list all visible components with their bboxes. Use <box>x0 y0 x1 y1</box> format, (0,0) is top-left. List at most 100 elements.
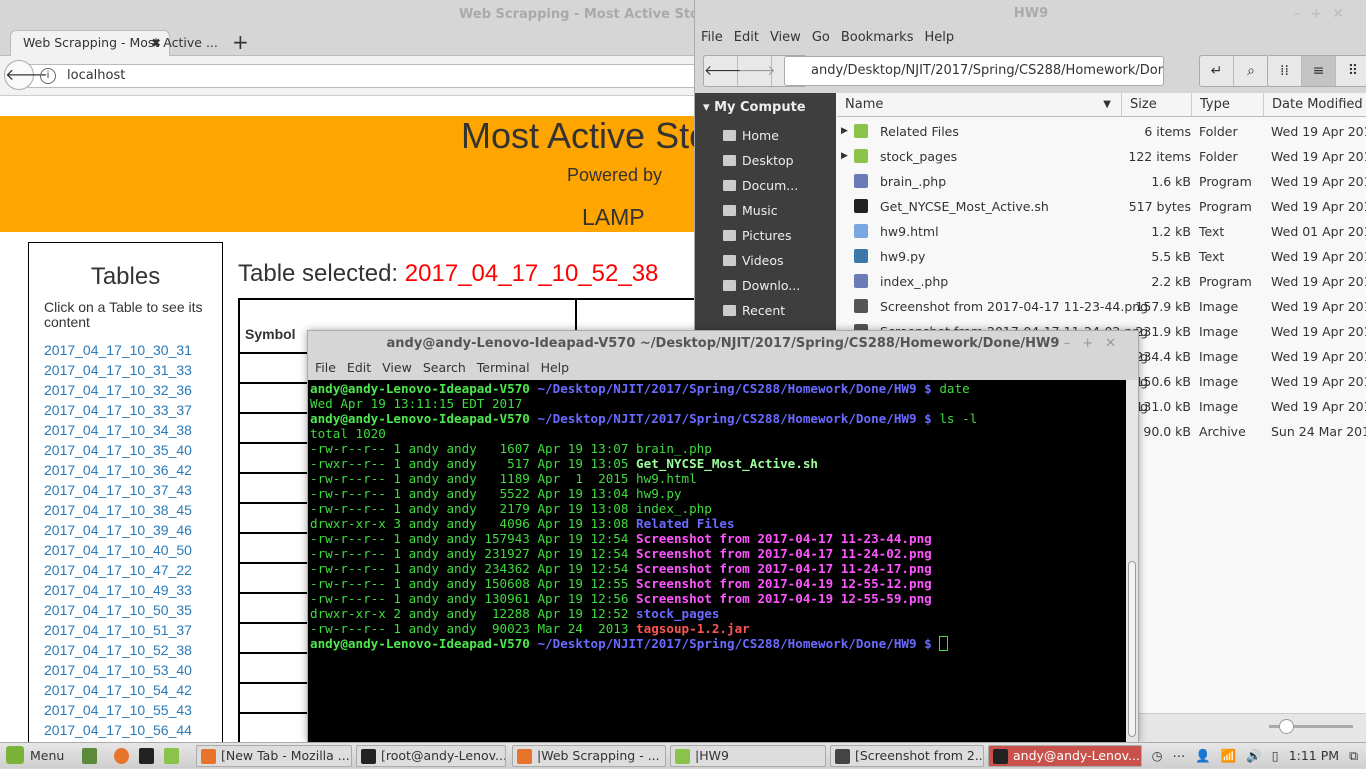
file-date: Wed 19 Apr 2017 <box>1271 399 1366 414</box>
table-link[interactable]: 2017_04_17_10_52_38 <box>44 642 192 658</box>
window-controls[interactable]: –+✕ <box>1064 331 1128 357</box>
sidebar-heading[interactable]: ▾ My Compute <box>703 100 806 115</box>
window-controls[interactable]: –+✕ <box>1294 0 1354 28</box>
expander-icon[interactable]: ▶ <box>841 119 848 144</box>
menu-help[interactable]: Help <box>924 30 954 45</box>
menu-file[interactable]: File <box>701 30 723 45</box>
sidebar-item[interactable]: Videos <box>723 253 784 268</box>
icon-view-icon[interactable]: ⁞⁞ <box>1268 56 1302 86</box>
sidebar-item[interactable]: Pictures <box>723 228 792 243</box>
taskbar-window[interactable]: [New Tab - Mozilla ... <box>196 745 352 767</box>
firefox-icon[interactable] <box>114 748 129 764</box>
col-type[interactable]: Type <box>1191 93 1230 117</box>
back-icon[interactable]: 🡐 <box>704 56 742 86</box>
col-date[interactable]: Date Modified <box>1263 93 1363 117</box>
close-tab-icon[interactable]: ✖ <box>151 31 161 55</box>
scrollbar-thumb[interactable] <box>1128 561 1136 737</box>
taskbar-window[interactable]: |Web Scrapping - ... <box>512 745 666 767</box>
table-link[interactable]: 2017_04_17_10_38_45 <box>44 502 192 518</box>
file-row[interactable]: brain_.php 1.6 kB Program Wed 19 Apr 2017 <box>837 169 1366 194</box>
clock[interactable]: 1:11 PM <box>1289 748 1339 763</box>
forward-icon[interactable]: 🡒 <box>738 56 776 86</box>
file-row[interactable]: hw9.py 5.5 kB Text Wed 19 Apr 2017 <box>837 244 1366 269</box>
info-icon[interactable]: i <box>40 68 56 84</box>
file-row[interactable]: hw9.html 1.2 kB Text Wed 01 Apr 2015 <box>837 219 1366 244</box>
battery-icon[interactable]: ▯ <box>1272 748 1279 763</box>
table-link[interactable]: 2017_04_17_10_33_37 <box>44 402 192 418</box>
table-link[interactable]: 2017_04_17_10_54_42 <box>44 682 192 698</box>
location-input[interactable]: andy/Desktop/NJIT/2017/Spring/CS288/Home… <box>784 56 1164 86</box>
table-link[interactable]: 2017_04_17_10_34_38 <box>44 422 192 438</box>
sidebar-item[interactable]: Docum... <box>723 178 798 193</box>
menu-file[interactable]: File <box>315 360 336 375</box>
terminal-line: total 1020 <box>310 426 1124 441</box>
list-view-icon[interactable]: ≡ <box>1302 56 1336 86</box>
file-row[interactable]: Get_NYCSE_Most_Active.sh 517 bytes Program… <box>837 194 1366 219</box>
more-icon[interactable]: ⋯ <box>1173 748 1186 763</box>
sidebar-item[interactable]: Music <box>723 203 778 218</box>
toggle-location-icon[interactable]: ↵ <box>1200 56 1234 86</box>
table-link[interactable]: 2017_04_17_10_32_36 <box>44 382 192 398</box>
table-link[interactable]: 2017_04_17_10_51_37 <box>44 622 192 638</box>
taskbar-window[interactable]: |HW9 <box>670 745 826 767</box>
menu-view[interactable]: View <box>382 360 412 375</box>
menu-bookmarks[interactable]: Bookmarks <box>841 30 914 45</box>
table-link[interactable]: 2017_04_17_10_37_43 <box>44 482 192 498</box>
table-link[interactable]: 2017_04_17_10_47_22 <box>44 562 192 578</box>
taskbar-label: [root@andy-Lenov... <box>381 748 506 763</box>
update-icon[interactable]: ◷ <box>1152 748 1163 763</box>
table-row <box>238 682 308 684</box>
url-input[interactable]: localhost <box>28 64 700 88</box>
search-icon[interactable]: ⌕ <box>1234 56 1268 86</box>
menu-edit[interactable]: Edit <box>734 30 759 45</box>
table-link[interactable]: 2017_04_17_10_30_31 <box>44 342 192 358</box>
taskbar-window[interactable]: andy@andy-Lenov... <box>988 745 1142 767</box>
sidebar-item[interactable]: Home <box>723 128 779 143</box>
place-icon <box>723 255 736 266</box>
user-icon[interactable]: 👤 <box>1195 748 1211 763</box>
wifi-icon[interactable]: 📶 <box>1221 748 1237 763</box>
show-desktop-icon[interactable] <box>82 748 97 764</box>
expander-icon[interactable]: ▶ <box>841 144 848 169</box>
compact-view-icon[interactable]: ⠿ <box>1336 56 1366 86</box>
table-link[interactable]: 2017_04_17_10_39_46 <box>44 522 192 538</box>
col-size[interactable]: Size <box>1121 93 1157 117</box>
menu-help[interactable]: Help <box>541 360 570 375</box>
file-row[interactable]: index_.php 2.2 kB Program Wed 19 Apr 2017 <box>837 269 1366 294</box>
volume-icon[interactable]: 🔊 <box>1246 748 1262 763</box>
file-row[interactable]: ▶ Related Files 6 items Folder Wed 19 Apr 20… <box>837 119 1366 144</box>
table-link[interactable]: 2017_04_17_10_55_43 <box>44 702 192 718</box>
taskbar-window[interactable]: [Screenshot from 2... <box>830 745 984 767</box>
menu-view[interactable]: View <box>770 30 801 45</box>
terminal-icon <box>361 749 376 764</box>
table-link[interactable]: 2017_04_17_10_31_33 <box>44 362 192 378</box>
menu-button[interactable]: Menu <box>6 746 64 766</box>
file-row[interactable]: Screenshot from 2017-04-17 11-23-44.png 1… <box>837 294 1366 319</box>
menu-go[interactable]: Go <box>812 30 830 45</box>
menu-terminal[interactable]: Terminal <box>477 360 530 375</box>
workspace-icon[interactable]: ⧉ <box>1349 748 1358 763</box>
table-link[interactable]: 2017_04_17_10_35_40 <box>44 442 192 458</box>
terminal-output[interactable]: andy@andy-Lenovo-Ideapad-V570 ~/Desktop/… <box>308 380 1126 742</box>
col-name[interactable]: Name ▼ <box>837 93 1121 117</box>
new-tab-button[interactable]: + <box>232 30 249 54</box>
table-link[interactable]: 2017_04_17_10_36_42 <box>44 462 192 478</box>
sidebar-item[interactable]: Desktop <box>723 153 794 168</box>
folder-icon[interactable] <box>164 748 179 764</box>
table-link[interactable]: 2017_04_17_10_50_35 <box>44 602 192 618</box>
table-link[interactable]: 2017_04_17_10_56_44 <box>44 722 192 738</box>
table-link[interactable]: 2017_04_17_10_40_50 <box>44 542 192 558</box>
table-link[interactable]: 2017_04_17_10_49_33 <box>44 582 192 598</box>
file-row[interactable]: ▶ stock_pages 122 items Folder Wed 19 Apr 20… <box>837 144 1366 169</box>
table-link[interactable]: 2017_04_17_10_53_40 <box>44 662 192 678</box>
tables-panel: Tables Click on a Table to see its conte… <box>28 242 223 762</box>
tab-web-scrapping[interactable]: Web Scrapping - Most Active ... ✖ <box>10 30 218 57</box>
zoom-slider-handle[interactable] <box>1279 719 1294 734</box>
menu-edit[interactable]: Edit <box>347 360 371 375</box>
menu-search[interactable]: Search <box>423 360 466 375</box>
taskbar-window[interactable]: [root@andy-Lenov... <box>356 745 506 767</box>
sidebar-item[interactable]: Downlo... <box>723 278 800 293</box>
sidebar-item[interactable]: Recent <box>723 303 785 318</box>
back-button[interactable]: 🡐 <box>4 60 48 90</box>
terminal-icon[interactable] <box>139 748 154 764</box>
